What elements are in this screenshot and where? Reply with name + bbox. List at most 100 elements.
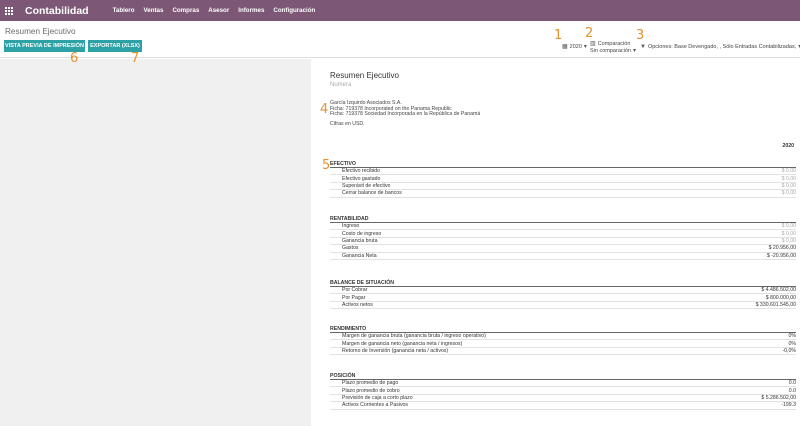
row-label: Activos Corrientes a Pasivos [342, 402, 409, 409]
report-section: RENDIMIENTO Margen de ganancia bruta (gan… [330, 326, 797, 356]
row-value: $ 0,00 [781, 223, 796, 230]
comparison-label: Comparación [597, 40, 631, 47]
report-row[interactable]: Activos netos $ 330.601.545,00 [330, 301, 796, 310]
menu-item-ventas[interactable]: Ventas [143, 7, 163, 14]
breadcrumb: Resumen Ejecutivo [5, 27, 76, 36]
row-value: -0,0% [782, 347, 796, 354]
main-menu: Tablero Ventas Compras Asesor Informes C… [113, 7, 316, 14]
row-label: Ganancia bruta [342, 237, 378, 244]
annotation-4: 4 [320, 102, 329, 117]
report-title: Resumen Ejecutivo [330, 71, 399, 80]
row-label: Retorno de Inversión (ganancia neta / ac… [342, 347, 449, 354]
row-value: 0% [788, 340, 797, 347]
row-value: 0% [788, 333, 797, 340]
report-row[interactable]: Por Cobrar $ 4.486.502,00 [330, 287, 796, 295]
annotation-1: 1 [554, 28, 563, 43]
report-section: RENTABILIDAD Ingreso $ 0,00 Costo de ingres… [330, 216, 796, 260]
report-row[interactable]: Ganancia bruta $ 0,00 [330, 237, 796, 246]
top-navbar: Contabilidad Tablero Ventas Compras Ases… [0, 0, 800, 21]
report-row[interactable]: Ganancia Neta $ -20.956,00 [330, 253, 796, 260]
report-row[interactable]: Plazo promedio de cobro 0.0 [330, 387, 796, 395]
row-label: Costo de ingreso [342, 230, 382, 237]
row-label: Ingreso [342, 223, 360, 230]
app-title[interactable]: Contabilidad [25, 5, 89, 17]
row-label: Previsión de caja a corto plazo [342, 394, 413, 401]
row-value: 0.0 [788, 387, 796, 394]
row-value: $ 4.486.502,00 [761, 287, 796, 294]
section-title[interactable]: POSICIÓN [330, 373, 796, 380]
report-row[interactable]: Cerrar balance de bancos $ 0,00 [330, 190, 796, 198]
row-label: Por Pagar [342, 294, 366, 301]
report-section: POSICIÓN Plazo promedio de pago 0.0 Plazo p… [330, 373, 796, 410]
row-value: $ 800.000,00 [765, 294, 796, 301]
annotation-7: 7 [131, 51, 140, 66]
filter-icon: ▼ [640, 43, 646, 50]
row-value: 0.0 [788, 380, 796, 387]
report-row[interactable]: Superávit de efectivo $ 0,00 [330, 182, 796, 191]
report-section: BALANCE DE SITUACIÓN Por Cobrar $ 4.486.50… [330, 280, 796, 310]
row-label: Plazo promedio de pago [342, 380, 399, 387]
options-filter[interactable]: ▼ Opciones: Base Devengado, , Sólo Entra… [640, 43, 800, 51]
report-row[interactable]: Margen de ganancia bruta (ganancia bruta… [330, 333, 797, 341]
menu-item-tablero[interactable]: Tablero [113, 7, 135, 14]
row-value: $ 0,00 [781, 230, 796, 237]
control-panel: Resumen Ejecutivo VISTA PREVIA DE IMPRES… [0, 21, 800, 58]
report-row[interactable]: Margen de ganancia neto (ganancia neta /… [330, 340, 797, 348]
menu-item-configuracion[interactable]: Configuración [273, 7, 315, 14]
annotation-5: 5 [322, 158, 331, 173]
row-value: $ 0,00 [781, 190, 796, 197]
row-label: Superávit de efectivo [342, 182, 391, 189]
year-column-header: 2020 [782, 143, 794, 149]
row-label: Margen de ganancia neto (ganancia neta /… [342, 340, 463, 347]
section-title[interactable]: BALANCE DE SITUACIÓN [330, 280, 796, 287]
company-info: García Izquirdo Asociados S.A. Ficha: 71… [330, 100, 481, 118]
section-title[interactable]: RENTABILIDAD [330, 216, 796, 223]
comparison-value[interactable]: Sin comparación ▾ [590, 47, 636, 55]
row-value: $ 0,00 [781, 182, 796, 189]
bar-chart-icon: ▥ [590, 41, 596, 47]
row-value: $ 0,00 [781, 168, 796, 175]
comparison-value-text: Sin comparación [590, 47, 631, 54]
row-label: Gastos [342, 245, 359, 252]
date-filter[interactable]: ▦ 2020 ▾ [562, 43, 587, 51]
date-filter-value: 2020 [569, 43, 582, 50]
row-label: Margen de ganancia bruta (ganancia bruta… [342, 333, 486, 340]
row-value: $ 20.956,00 [768, 245, 796, 252]
row-value: $ 5.286.502,00 [761, 394, 796, 401]
report-section: EFECTIVO Efectivo recibido $ 0,00 Efectivo … [330, 161, 796, 198]
menu-item-informes[interactable]: Informes [238, 7, 264, 14]
report-row[interactable]: Plazo promedio de pago 0.0 [330, 380, 796, 388]
row-label: Efectivo gastado [342, 175, 381, 182]
report-row[interactable]: Gastos $ 20.956,00 [330, 245, 796, 253]
row-label: Activos netos [342, 301, 373, 308]
report-row[interactable]: Costo de ingreso $ 0,00 [330, 230, 796, 238]
report-row[interactable]: Ingreso $ 0,00 [330, 223, 796, 231]
options-filter-text: Opciones: Base Devengado, , Sólo Entrada… [647, 43, 797, 50]
left-empty-pane [0, 59, 311, 426]
section-title[interactable]: EFECTIVO [330, 161, 796, 168]
row-label: Ganancia Neta [342, 252, 377, 259]
menu-item-compras[interactable]: Compras [172, 7, 199, 14]
annotation-2: 2 [585, 26, 594, 41]
report-row[interactable]: Retorno de Inversión (ganancia neta / ac… [330, 347, 796, 356]
row-value: $ -20.956,00 [766, 252, 796, 259]
currency-note: Cifras en USD. [330, 121, 365, 127]
caret-down-icon: ▾ [583, 44, 587, 50]
caret-down-icon: ▾ [632, 48, 636, 54]
row-value: $ 0,00 [781, 175, 796, 182]
menu-item-asesor[interactable]: Asesor [208, 7, 229, 14]
row-value: $ 330.601.545,00 [755, 301, 796, 308]
row-label: Plazo promedio de cobro [342, 387, 400, 394]
report-row[interactable]: Efectivo recibido $ 0,00 [330, 168, 796, 176]
company-line: Ficha: 719378 Sociedad Incorporada en la… [330, 111, 481, 118]
row-label: Efectivo recibido [342, 168, 381, 175]
row-label: Cerrar balance de bancos [342, 190, 402, 197]
report-row[interactable]: Efectivo gastado $ 0,00 [330, 175, 796, 183]
section-title[interactable]: RENDIMIENTO [330, 326, 796, 333]
report-row[interactable]: Previsión de caja a corto plazo $ 5.286.5… [330, 394, 796, 403]
apps-grid-icon[interactable] [0, 0, 18, 21]
report-row[interactable]: Activos Corrientes a Pasivos -199.3 [330, 402, 796, 410]
comparison-filter[interactable]: ▥ Comparación [590, 40, 631, 48]
report-sheet: Resumen Ejecutivo Numera García Izquirdo… [311, 59, 800, 426]
report-row[interactable]: Por Pagar $ 800.000,00 [330, 294, 796, 302]
